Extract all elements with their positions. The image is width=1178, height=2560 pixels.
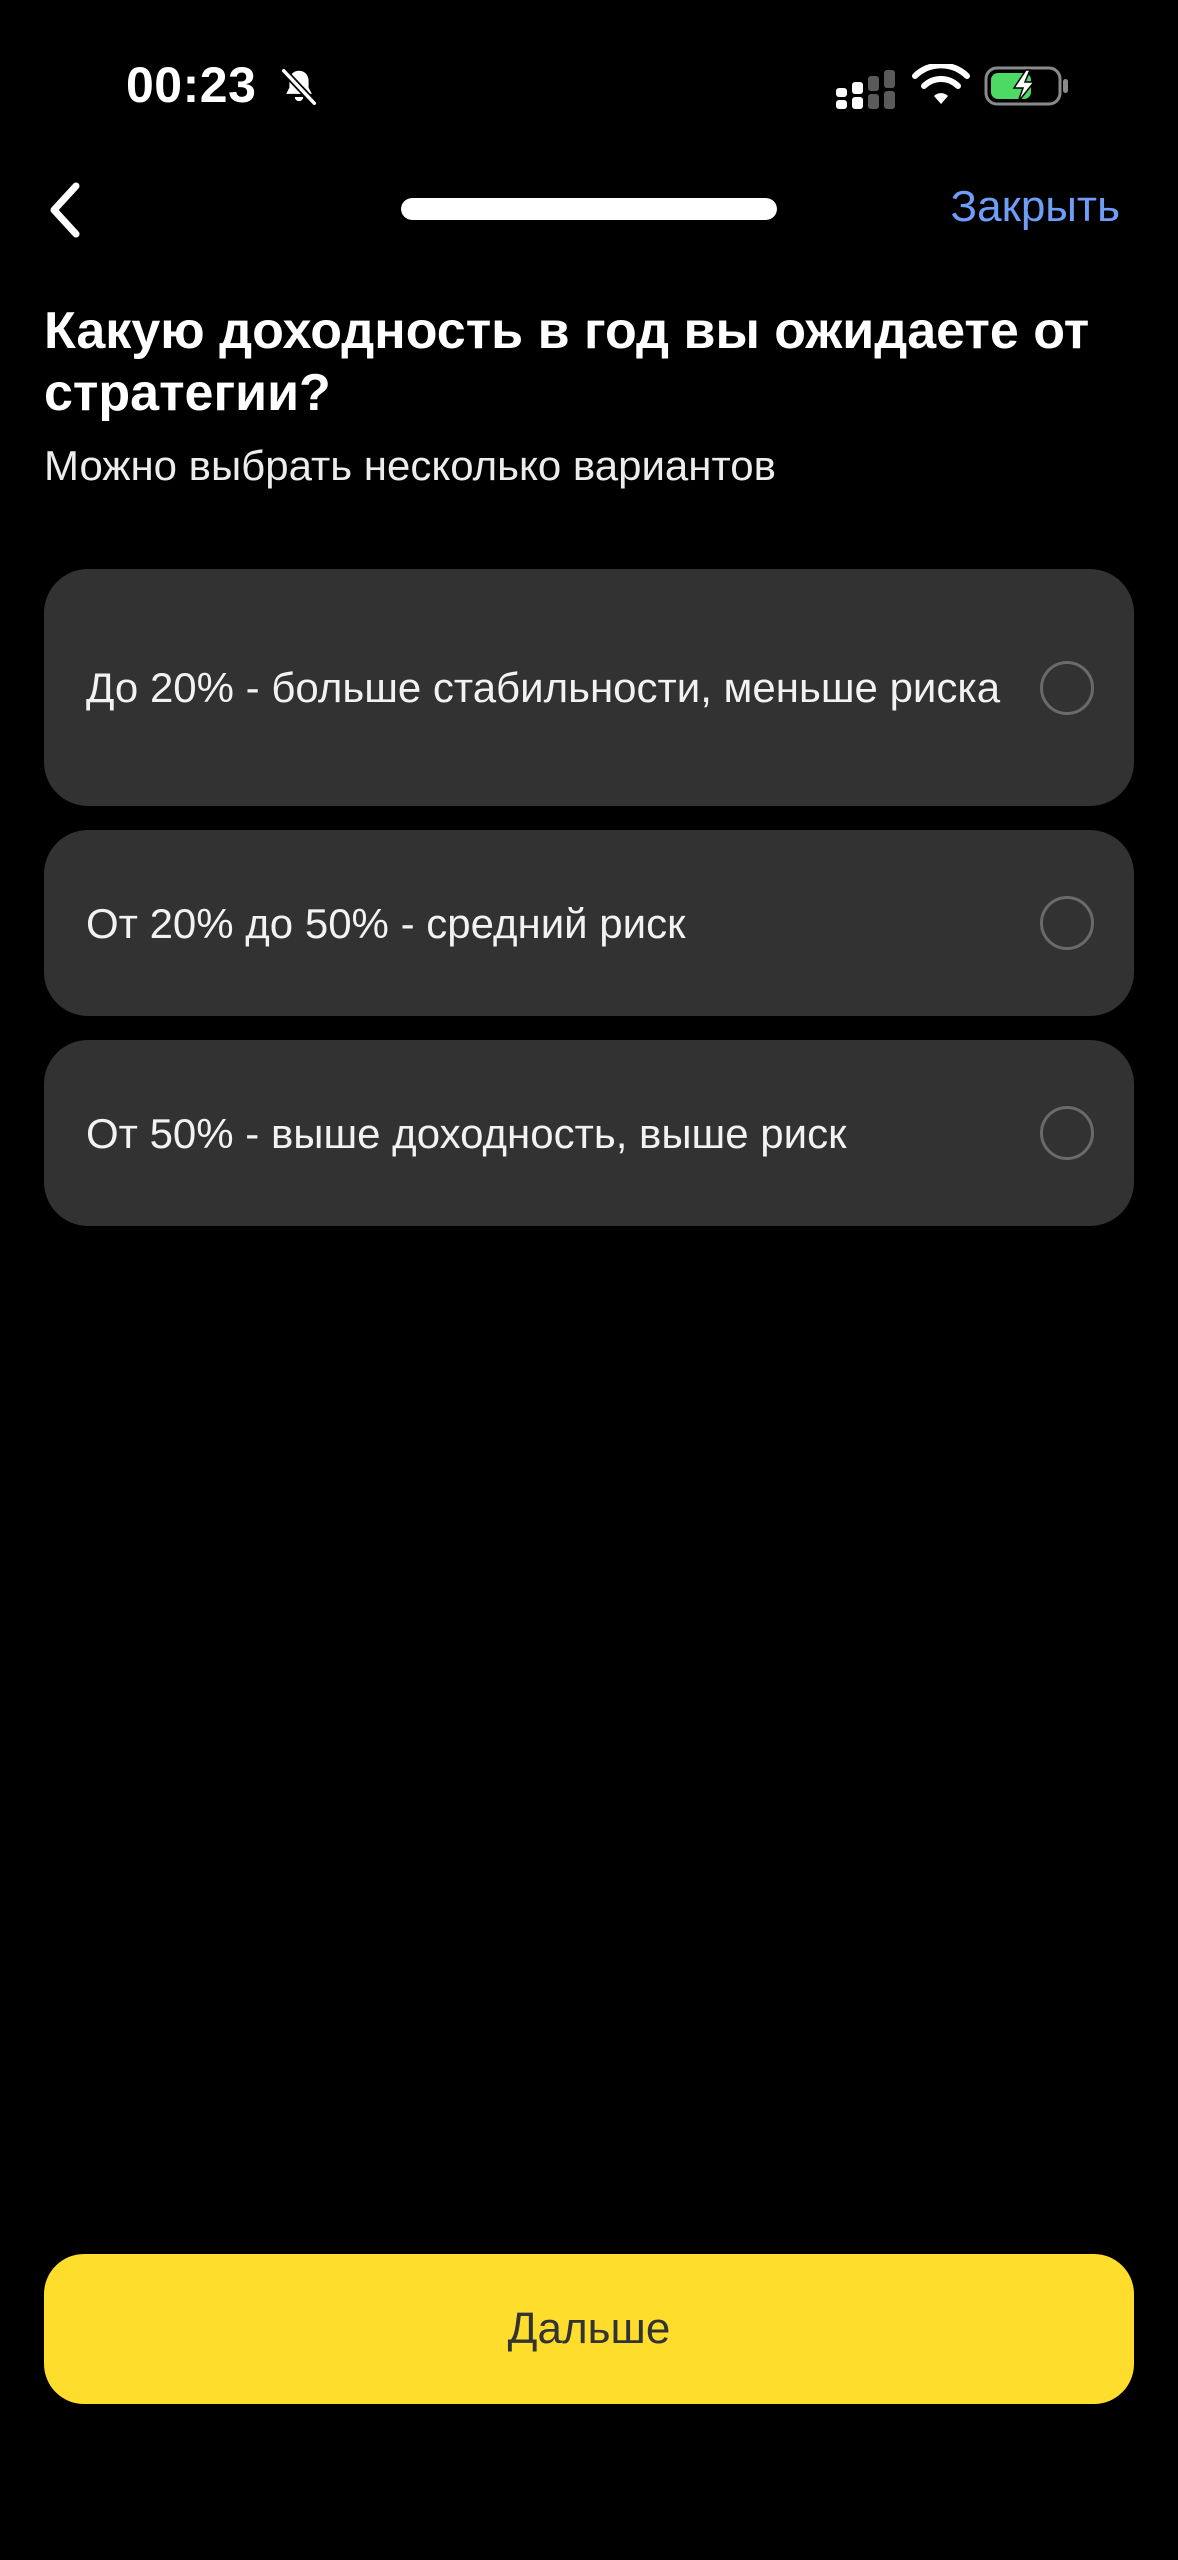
option-label: До 20% - больше стабильности, меньше рис… [86, 664, 1001, 711]
radio-button[interactable] [1040, 896, 1094, 950]
status-time: 00:23 [126, 57, 257, 113]
radio-button[interactable] [1040, 1106, 1094, 1160]
next-button-label: Дальше [507, 2304, 671, 2353]
progress-bar-fill [401, 198, 777, 220]
question-subtitle: Можно выбрать несколько вариантов [44, 442, 776, 489]
progress-bar [401, 198, 777, 220]
next-button[interactable]: Дальше [44, 2254, 1134, 2404]
wifi-icon [912, 64, 970, 104]
options-list: До 20% - больше стабильности, меньше рис… [44, 569, 1134, 1226]
status-bar: 00:23 [0, 0, 1178, 170]
question-title: Какую доходность в год вы ожидаете от ст… [44, 302, 1090, 422]
option-label: От 50% - выше доходность, выше риск [86, 1109, 847, 1157]
signal-icon [836, 70, 895, 109]
battery-charging-icon [984, 66, 1068, 106]
back-chevron-icon [50, 182, 80, 238]
close-button[interactable]: Закрыть [951, 182, 1120, 232]
radio-button[interactable] [1040, 660, 1094, 715]
option-20-to-50[interactable]: От 20% до 50% - средний риск [44, 830, 1134, 1016]
bell-off-icon [281, 68, 317, 106]
option-label: От 20% до 50% - средний риск [86, 899, 686, 947]
option-up-to-20[interactable]: До 20% - больше стабильности, меньше рис… [44, 569, 1134, 806]
back-button[interactable] [26, 170, 106, 250]
option-from-50[interactable]: От 50% - выше доходность, выше риск [44, 1040, 1134, 1226]
